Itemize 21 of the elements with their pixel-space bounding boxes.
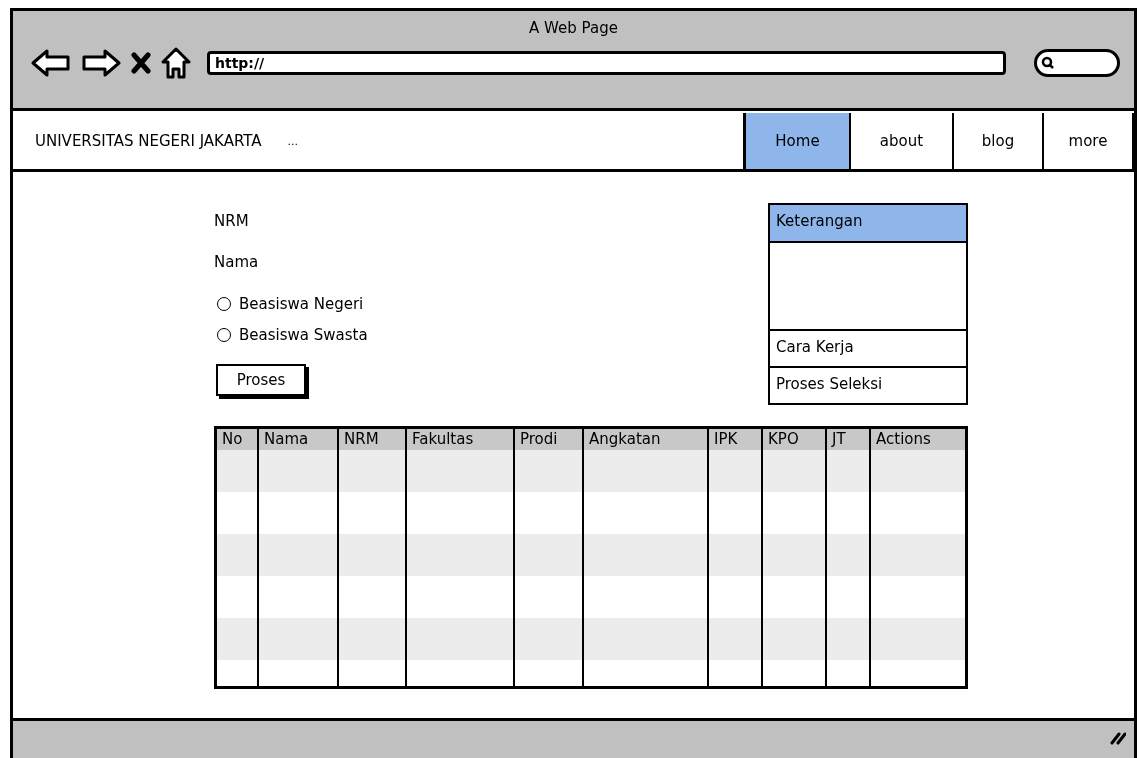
panel-item[interactable]: Proses Seleksi bbox=[768, 366, 968, 405]
close-icon[interactable] bbox=[131, 52, 151, 74]
window-title: A Web Page bbox=[529, 19, 618, 37]
site-brand: UNIVERSITAS NEGERI JAKARTA bbox=[35, 132, 262, 150]
resize-grip-icon bbox=[1110, 731, 1126, 745]
search-field[interactable] bbox=[1034, 49, 1120, 77]
back-icon[interactable] bbox=[31, 48, 71, 78]
proses-button[interactable]: Proses bbox=[216, 364, 306, 396]
radio-label: Beasiswa Negeri bbox=[239, 294, 364, 313]
panel-item[interactable]: Cara Kerja bbox=[768, 329, 968, 368]
forward-icon[interactable] bbox=[81, 48, 121, 78]
column-header: Actions bbox=[875, 429, 932, 450]
panel-item[interactable]: Keterangan bbox=[768, 203, 968, 243]
search-icon bbox=[1041, 56, 1055, 70]
address-field[interactable]: http:// bbox=[207, 51, 1006, 75]
nav-tab[interactable]: Home bbox=[746, 113, 851, 169]
radio-label: Beasiswa Swasta bbox=[239, 325, 368, 344]
ellipsis-text: ... bbox=[287, 134, 299, 148]
home-icon[interactable] bbox=[161, 47, 191, 79]
field-label: NRM bbox=[214, 211, 250, 232]
field-label: Nama bbox=[214, 252, 260, 273]
